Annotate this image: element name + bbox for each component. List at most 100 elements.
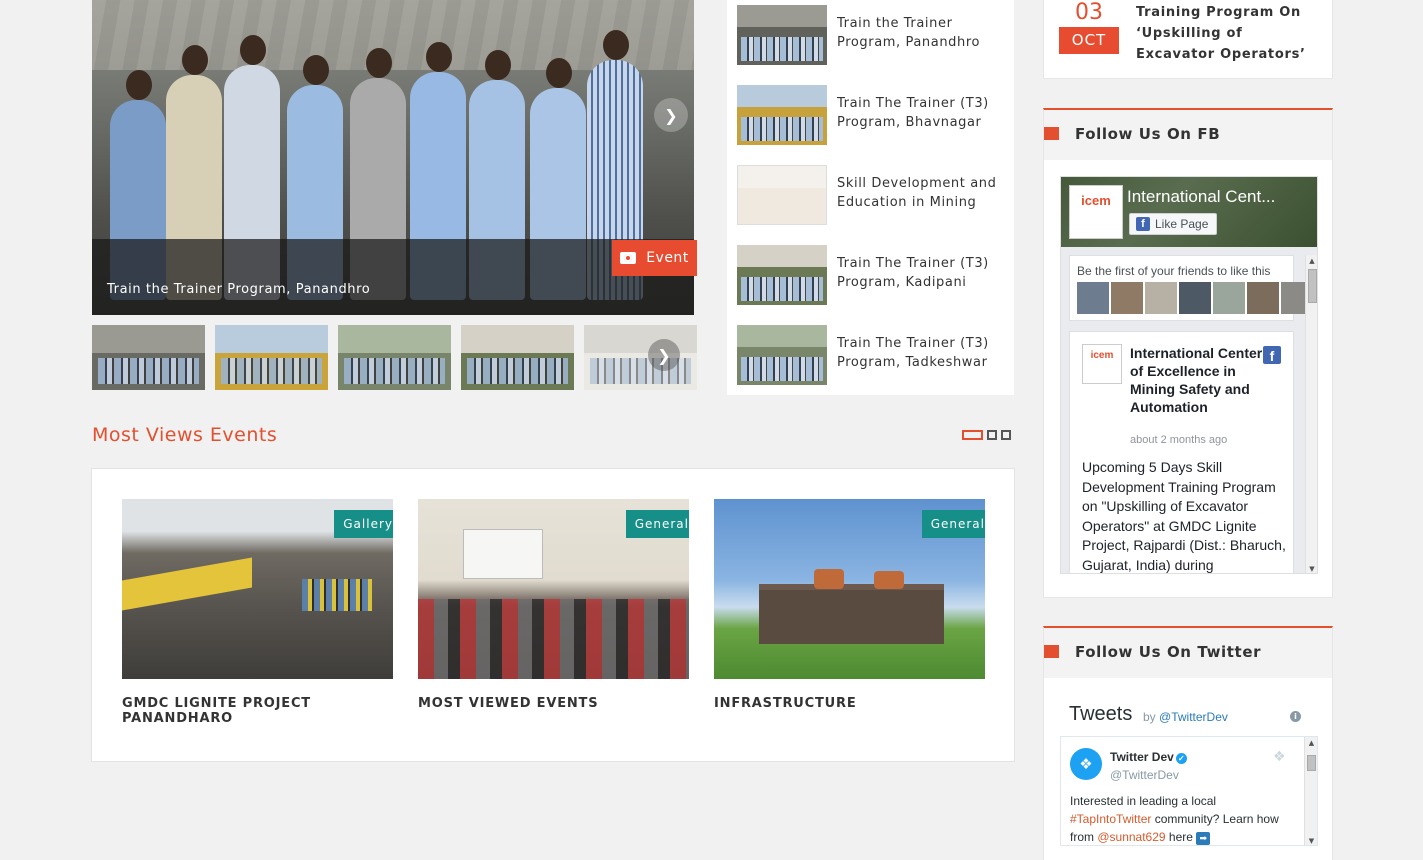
slider-thumbnails: ❯ [92, 325, 697, 390]
carousel-dots [962, 430, 1011, 440]
news-title[interactable]: Train The Trainer (T3) Program, Kadipani [837, 254, 1002, 292]
thumbs-next-arrow[interactable]: ❯ [648, 339, 680, 371]
tweets-title: Tweets [1069, 703, 1133, 725]
facebook-icon: f [1136, 217, 1150, 231]
fb-post-author[interactable]: International Center of Excellence in Mi… [1130, 344, 1270, 416]
twitter-bird-icon[interactable]: ❖ [1070, 748, 1102, 780]
slide-caption: Train the Trainer Program, Panandhro [107, 282, 371, 297]
avatar[interactable] [1213, 282, 1245, 314]
news-title[interactable]: Train the Trainer Program, Panandhro [837, 14, 1002, 52]
avatar[interactable] [1111, 282, 1143, 314]
avatar[interactable] [1145, 282, 1177, 314]
news-thumbnail [737, 165, 827, 225]
facebook-widget: Follow Us On FB icem International Cent.… [1043, 108, 1333, 598]
scroll-up-icon[interactable]: ▲ [1305, 739, 1317, 747]
news-thumbnail [737, 85, 827, 145]
event-card[interactable]: General INFRASTRUCTURE [714, 499, 985, 711]
fb-friends-text: Be the first of your friends to like thi… [1077, 264, 1271, 278]
upcoming-event[interactable]: 03 OCT Training Program On ‘Upskilling o… [1043, 0, 1333, 79]
fb-post-text: Upcoming 5 Days Skill Development Traini… [1082, 459, 1286, 573]
most-views-carousel: Gallery GMDC LIGNITE PROJECT PANANDHARO … [91, 468, 1015, 762]
widget-title: Follow Us On Twitter [1075, 643, 1262, 661]
tweet-author-handle[interactable]: @TwitterDev [1110, 768, 1179, 782]
thumbnail[interactable] [215, 325, 328, 390]
fb-like-page-button[interactable]: f Like Page [1129, 213, 1218, 235]
news-title[interactable]: Train The Trainer (T3) Program, Tadkeshw… [837, 334, 1002, 372]
thumbnail[interactable] [92, 325, 205, 390]
event-slider[interactable]: Train the Trainer Program, Panandhro ❯ [92, 0, 694, 315]
category-tag[interactable]: General [625, 510, 689, 538]
facebook-page-plugin: icem International Cent... f Like Page B… [1060, 176, 1318, 574]
heading-square-icon [1044, 645, 1059, 658]
tweets-by-handle[interactable]: @TwitterDev [1159, 710, 1228, 724]
carousel-dot[interactable] [987, 430, 997, 440]
fb-post-avatar[interactable]: icem [1082, 344, 1122, 384]
tweet-hashtag[interactable]: #TapIntoTwitter [1070, 812, 1151, 826]
fb-friend-faces [1077, 282, 1313, 314]
tweet-mention[interactable]: @sunnat629 [1097, 830, 1165, 844]
section-title-most-views: Most Views Events [92, 424, 278, 446]
fb-page-name[interactable]: International Cent... [1127, 187, 1297, 207]
fb-post-time[interactable]: about 2 months ago [1130, 434, 1227, 446]
event-badge-label: Event [646, 250, 689, 266]
news-thumbnail [737, 5, 827, 65]
news-item[interactable]: Train The Trainer (T3) Program, Tadkeshw… [737, 325, 1007, 385]
event-card-title[interactable]: GMDC LIGNITE PROJECT PANANDHARO [122, 696, 393, 726]
scroll-thumb[interactable] [1307, 755, 1316, 771]
event-badge[interactable]: Event [612, 240, 697, 276]
slide-next-arrow[interactable]: ❯ [654, 98, 688, 132]
avatar[interactable] [1077, 282, 1109, 314]
category-tag[interactable]: General [921, 510, 985, 538]
widget-header: Follow Us On FB [1044, 110, 1332, 160]
event-card-image[interactable]: Gallery [122, 499, 393, 679]
heading-square-icon [1044, 127, 1059, 140]
event-card-title[interactable]: INFRASTRUCTURE [714, 696, 985, 711]
twitter-logo-icon[interactable]: ❖ [1273, 749, 1286, 765]
news-item[interactable]: Skill Development and Education in Minin… [737, 165, 1007, 225]
news-thumbnail [737, 325, 827, 385]
carousel-dot[interactable] [962, 430, 983, 440]
slide-caption-bar [92, 239, 694, 315]
fb-scrollbar[interactable]: ▲ ▼ [1305, 255, 1317, 573]
event-card[interactable]: Gallery GMDC LIGNITE PROJECT PANANDHARO [122, 499, 393, 726]
fb-friends-box: Be the first of your friends to like thi… [1069, 255, 1313, 321]
scroll-thumb[interactable] [1308, 269, 1317, 303]
category-tag[interactable]: Gallery [334, 510, 393, 547]
news-title[interactable]: Train The Trainer (T3) Program, Bhavnaga… [837, 94, 1002, 132]
event-card-image[interactable]: General [714, 499, 985, 679]
camera-icon [620, 252, 637, 264]
avatar[interactable] [1179, 282, 1211, 314]
tweet-feed: ❖ Twitter Dev ✓ @TwitterDev ❖ Interested … [1060, 736, 1318, 846]
tweet-text: Interested in leading a local #TapIntoTw… [1070, 794, 1279, 845]
widget-header: Follow Us On Twitter [1044, 628, 1332, 678]
fb-page-logo[interactable]: icem [1069, 185, 1123, 239]
news-item[interactable]: Train The Trainer (T3) Program, Kadipani [737, 245, 1007, 305]
event-card[interactable]: General MOST VIEWED EVENTS [418, 499, 689, 711]
event-date-day: 03 [1059, 0, 1119, 27]
event-card-title[interactable]: MOST VIEWED EVENTS [418, 696, 689, 711]
widget-title: Follow Us On FB [1075, 125, 1221, 143]
tweets-by-word: by [1143, 710, 1156, 724]
thumbnail[interactable]: ❯ [584, 325, 697, 390]
carousel-dot[interactable] [1001, 430, 1011, 440]
thumbnail[interactable] [338, 325, 451, 390]
chevron-right-icon: ❯ [664, 105, 678, 125]
news-title[interactable]: Skill Development and Education in Minin… [837, 174, 1002, 212]
info-icon[interactable]: i [1290, 711, 1301, 722]
twitter-widget: Follow Us On Twitter Tweets by @TwitterD… [1043, 626, 1333, 860]
facebook-icon[interactable]: f [1263, 346, 1281, 364]
upcoming-event-title[interactable]: Training Program On ‘Upskilling of Excav… [1136, 2, 1326, 65]
thumbnail[interactable] [461, 325, 574, 390]
news-list: Train the Trainer Program, Panandhro Tra… [727, 0, 1014, 395]
tweet-scrollbar[interactable]: ▲ ▼ [1304, 737, 1317, 845]
scroll-down-icon[interactable]: ▼ [1306, 565, 1317, 573]
avatar[interactable] [1247, 282, 1279, 314]
arrow-right-icon: ➡ [1196, 832, 1211, 845]
scroll-down-icon[interactable]: ▼ [1305, 837, 1317, 845]
verified-icon: ✓ [1175, 753, 1187, 764]
event-card-image[interactable]: General [418, 499, 689, 679]
tweet-author-name[interactable]: Twitter Dev ✓ [1110, 750, 1187, 764]
news-item[interactable]: Train The Trainer (T3) Program, Bhavnaga… [737, 85, 1007, 145]
news-item[interactable]: Train the Trainer Program, Panandhro [737, 5, 1007, 65]
scroll-up-icon[interactable]: ▲ [1306, 257, 1317, 265]
